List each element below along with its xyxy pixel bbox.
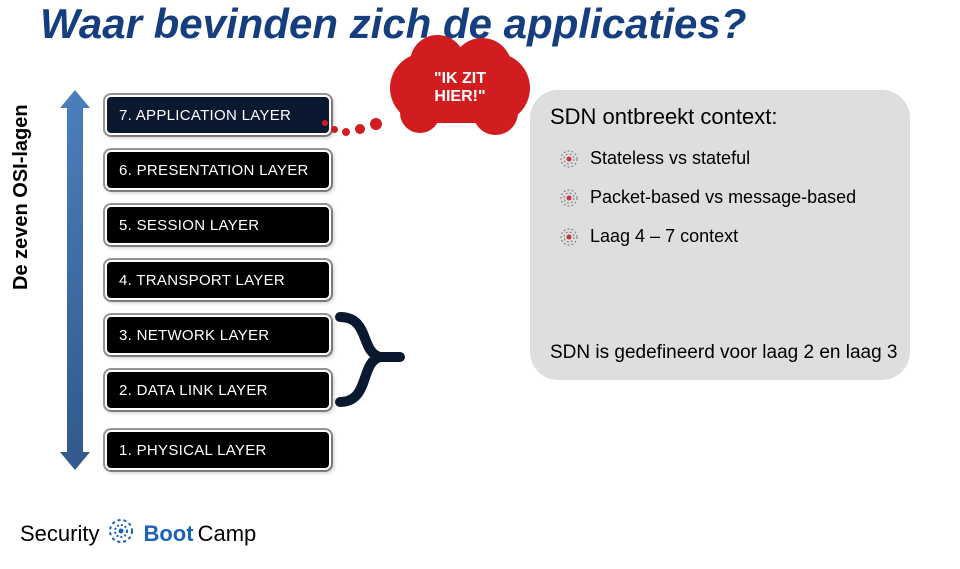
logo-target-icon — [107, 517, 135, 551]
bullet-text: Packet-based vs message-based — [590, 187, 856, 208]
target-bullet-icon — [560, 150, 578, 168]
bullet-row: Packet-based vs message-based — [560, 187, 890, 208]
panel-title: SDN ontbreekt context: — [550, 104, 890, 130]
thought-dot-icon — [342, 128, 350, 136]
layer-5-session: 5. SESSION LAYER — [105, 205, 331, 245]
bullet-text: Laag 4 – 7 context — [590, 226, 738, 247]
logo-text-boot: Boot — [143, 521, 193, 547]
curly-brace-icon — [330, 312, 420, 402]
bubble-line2: HIER!" — [434, 88, 485, 105]
thought-bubble: "IK ZIT HIER!" — [380, 48, 540, 128]
layer-6-presentation: 6. PRESENTATION LAYER — [105, 150, 331, 190]
bubble-line1: "IK ZIT — [434, 70, 486, 87]
bullet-row: Laag 4 – 7 context — [560, 226, 890, 247]
context-panel: SDN ontbreekt context: Stateless vs stat… — [530, 90, 910, 380]
osi-arrow — [60, 90, 90, 470]
layer-7-application: 7. APPLICATION LAYER — [105, 95, 331, 135]
thought-dot-icon — [331, 126, 338, 133]
logo-text-security: Security — [20, 521, 99, 547]
logo-text-camp: Camp — [198, 521, 257, 547]
layer-1-physical: 1. PHYSICAL LAYER — [105, 430, 331, 470]
osi-label: De zeven OSI-lagen — [10, 104, 33, 290]
bullet-row: Stateless vs stateful — [560, 148, 890, 169]
layer-3-network: 3. NETWORK LAYER — [105, 315, 331, 355]
footer-logo: Security BootCamp — [20, 517, 256, 551]
target-bullet-icon — [560, 189, 578, 207]
thought-dot-icon — [322, 120, 328, 126]
panel-footer: SDN is gedefineerd voor laag 2 en laag 3 — [550, 342, 898, 364]
layer-2-datalink: 2. DATA LINK LAYER — [105, 370, 331, 410]
thought-dot-icon — [370, 118, 382, 130]
slide-title: Waar bevinden zich de applicaties? — [40, 0, 746, 48]
bullet-text: Stateless vs stateful — [590, 148, 750, 169]
thought-dot-icon — [355, 124, 365, 134]
layer-4-transport: 4. TRANSPORT LAYER — [105, 260, 331, 300]
target-bullet-icon — [560, 228, 578, 246]
